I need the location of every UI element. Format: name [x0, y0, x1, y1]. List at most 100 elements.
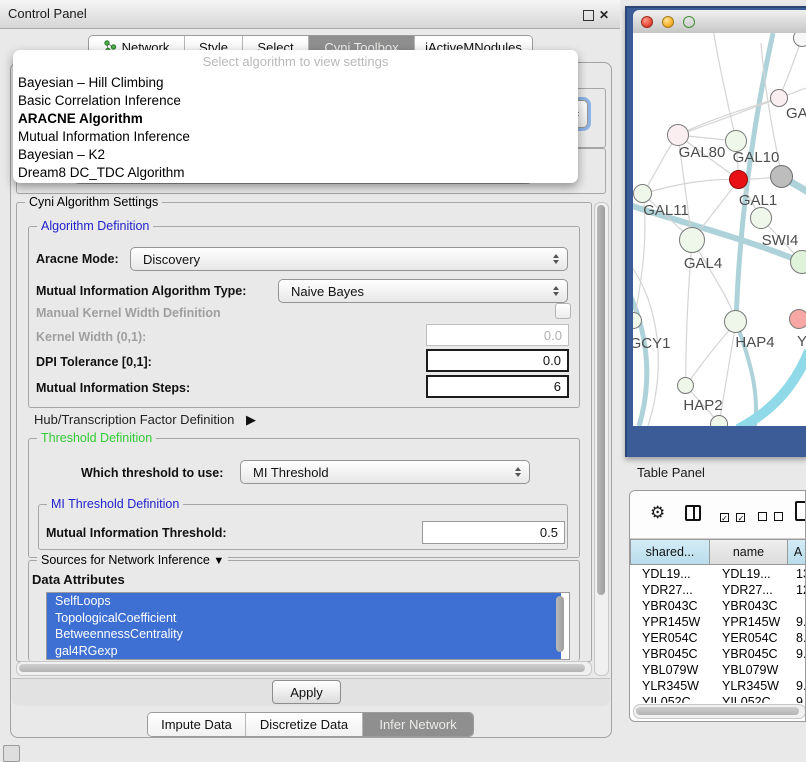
node-label-gcy1: GCY1: [633, 335, 670, 352]
apply-button-label: Apply: [290, 685, 323, 700]
table-row[interactable]: YER054CYER054C8.: [630, 631, 806, 647]
dropdown-item-mutual-information[interactable]: Mutual Information Inference: [13, 128, 578, 146]
mi-threshold-group-title: MI Threshold Definition: [47, 497, 183, 511]
settings-vertical-scrollbar[interactable]: [594, 202, 609, 676]
dropdown-item-bayesian-hill-climbing[interactable]: Bayesian – Hill Climbing: [13, 74, 578, 92]
tab-infer-network[interactable]: Infer Network: [363, 713, 473, 736]
sources-title-wrap[interactable]: Sources for Network Inference ▼: [37, 553, 228, 567]
kernel-width-field[interactable]: 0.0: [426, 324, 569, 346]
aracne-mode-value: Discovery: [143, 252, 200, 267]
tab-discretize-data[interactable]: Discretize Data: [246, 713, 363, 736]
dpi-tolerance-value: 0.0: [543, 353, 561, 368]
which-threshold-value: MI Threshold: [253, 465, 329, 480]
list-scrollbar-thumb[interactable]: [556, 596, 564, 652]
aracne-mode-label: Aracne Mode:: [36, 252, 119, 266]
manual-kernel-checkbox[interactable]: [555, 303, 571, 319]
node-label-gal-cut: GAL: [786, 105, 806, 122]
file-export-icon[interactable]: [795, 501, 806, 521]
table-horizontal-scrollbar[interactable]: [633, 704, 806, 719]
list-item-topologicalcoefficient[interactable]: TopologicalCoefficient: [47, 610, 561, 627]
table-row[interactable]: YBR043CYBR043C: [630, 599, 806, 615]
tab-discretize-data-label: Discretize Data: [260, 717, 348, 732]
network-node-hap4[interactable]: [724, 310, 747, 333]
combo-stepper-icon: [553, 286, 559, 296]
table-horizontal-scrollbar-thumb[interactable]: [636, 707, 799, 715]
tab-infer-network-label: Infer Network: [379, 717, 456, 732]
network-node-salmon[interactable]: [789, 309, 806, 329]
table-row[interactable]: YBL079WYBL079W: [630, 663, 806, 679]
threshold-definition-title: Threshold Definition: [37, 431, 156, 445]
dropdown-item-dream8[interactable]: Dream8 DC_TDC Algorithm: [13, 164, 578, 182]
dropdown-item-bayesian-k2[interactable]: Bayesian – K2: [13, 146, 578, 164]
collapsed-panel-icon[interactable]: [3, 745, 20, 762]
hub-section-toggle[interactable]: Hub/Transcription Factor Definition ▶: [34, 412, 256, 428]
which-threshold-combo[interactable]: MI Threshold: [240, 460, 530, 484]
kernel-width-value: 0.0: [544, 328, 562, 343]
list-item-gal4rgexp[interactable]: gal4RGexp: [47, 643, 561, 660]
tab-impute-data[interactable]: Impute Data: [148, 713, 246, 736]
network-canvas[interactable]: GAL GAL80 GAL10 GAL1 GAL11 SWI4 GAL4 GCY…: [633, 33, 806, 426]
network-node-swi4[interactable]: [750, 207, 772, 229]
mi-steps-field[interactable]: 6: [426, 375, 569, 398]
network-node[interactable]: [710, 415, 728, 426]
data-attributes-list: SelfLoops TopologicalCoefficient Between…: [46, 592, 570, 660]
network-window-titlebar[interactable]: [633, 10, 806, 34]
network-node-hap2[interactable]: [677, 377, 694, 394]
columns-layout-icon[interactable]: [685, 505, 701, 521]
dpi-tolerance-label: DPI Tolerance [0,1]:: [36, 355, 152, 369]
network-node-gal11[interactable]: [633, 184, 652, 203]
table-toolbar: ⚙ ✓ ✓: [630, 491, 806, 539]
hub-section-label: Hub/Transcription Factor Definition: [34, 412, 234, 427]
control-panel-title: Control Panel: [8, 6, 87, 21]
mi-threshold-value: 0.5: [540, 525, 558, 540]
column-header-name[interactable]: name: [709, 539, 788, 565]
collapsed-arrow-icon: ▶: [246, 412, 256, 427]
network-node-gal1[interactable]: [729, 170, 748, 189]
list-item-betweennesscentrality[interactable]: BetweennessCentrality: [47, 626, 561, 643]
node-label-gal10: GAL10: [733, 149, 780, 166]
cyni-bottom-tabs: Impute Data Discretize Data Infer Networ…: [147, 712, 474, 737]
combo-stepper-icon: [553, 254, 559, 264]
node-label-gal4: GAL4: [684, 255, 722, 272]
float-panel-icon[interactable]: [583, 10, 594, 21]
screen: Control Panel ✕ Network Style Select Cyn…: [0, 0, 806, 762]
mi-threshold-field[interactable]: 0.5: [422, 521, 565, 544]
list-item-selfloops[interactable]: SelfLoops: [47, 593, 561, 610]
dropdown-item-basic-correlation[interactable]: Basic Correlation Inference: [13, 92, 578, 110]
close-window-button[interactable]: [641, 16, 653, 28]
algorithm-definition-title: Algorithm Definition: [37, 219, 153, 233]
table-row[interactable]: YDL19...YDL19...13: [630, 567, 806, 583]
apply-button[interactable]: Apply: [272, 680, 341, 704]
table-row[interactable]: YBR045CYBR045C9.: [630, 647, 806, 663]
table-row[interactable]: YIL052CYIL052C9.: [630, 695, 806, 703]
dpi-tolerance-field[interactable]: 0.0: [426, 349, 569, 372]
table-row[interactable]: YLR345WYLR345W9.: [630, 679, 806, 695]
column-header-shared-name[interactable]: shared...: [630, 539, 710, 565]
node-label-hap2: HAP2: [683, 397, 722, 414]
kernel-width-label: Kernel Width (0,1):: [36, 330, 146, 344]
settings-vertical-scrollbar-thumb[interactable]: [597, 205, 605, 595]
network-node-gal80[interactable]: [667, 124, 689, 146]
manual-kernel-label: Manual Kernel Width Definition: [36, 306, 221, 320]
gear-icon[interactable]: ⚙: [650, 504, 665, 521]
table-row[interactable]: YPR145WYPR145W9.: [630, 615, 806, 631]
expanded-arrow-icon: ▼: [213, 555, 224, 567]
column-header-cut[interactable]: A: [787, 539, 806, 565]
node-label-y-cut: Y: [797, 333, 806, 350]
settings-horizontal-scrollbar-thumb[interactable]: [19, 664, 585, 672]
zoom-window-button[interactable]: [683, 16, 695, 28]
deselect-all-columns-icon[interactable]: [758, 508, 783, 526]
select-all-columns-icon[interactable]: ✓ ✓: [720, 508, 745, 526]
dropdown-item-aracne[interactable]: ARACNE Algorithm: [13, 110, 578, 128]
close-panel-icon[interactable]: ✕: [598, 9, 610, 21]
mi-threshold-label: Mutual Information Threshold:: [46, 526, 227, 540]
mi-type-combo[interactable]: Naive Bayes: [278, 279, 568, 303]
dropdown-prompt: Select algorithm to view settings: [13, 50, 578, 74]
minimize-window-button[interactable]: [662, 16, 674, 28]
table-row[interactable]: YDR27...YDR27...12: [630, 583, 806, 599]
network-node-gray[interactable]: [770, 165, 793, 188]
aracne-mode-combo[interactable]: Discovery: [130, 247, 568, 271]
network-node-gal4[interactable]: [679, 227, 705, 253]
settings-horizontal-scrollbar[interactable]: [16, 661, 592, 676]
cyni-settings-title: Cyni Algorithm Settings: [25, 195, 162, 209]
